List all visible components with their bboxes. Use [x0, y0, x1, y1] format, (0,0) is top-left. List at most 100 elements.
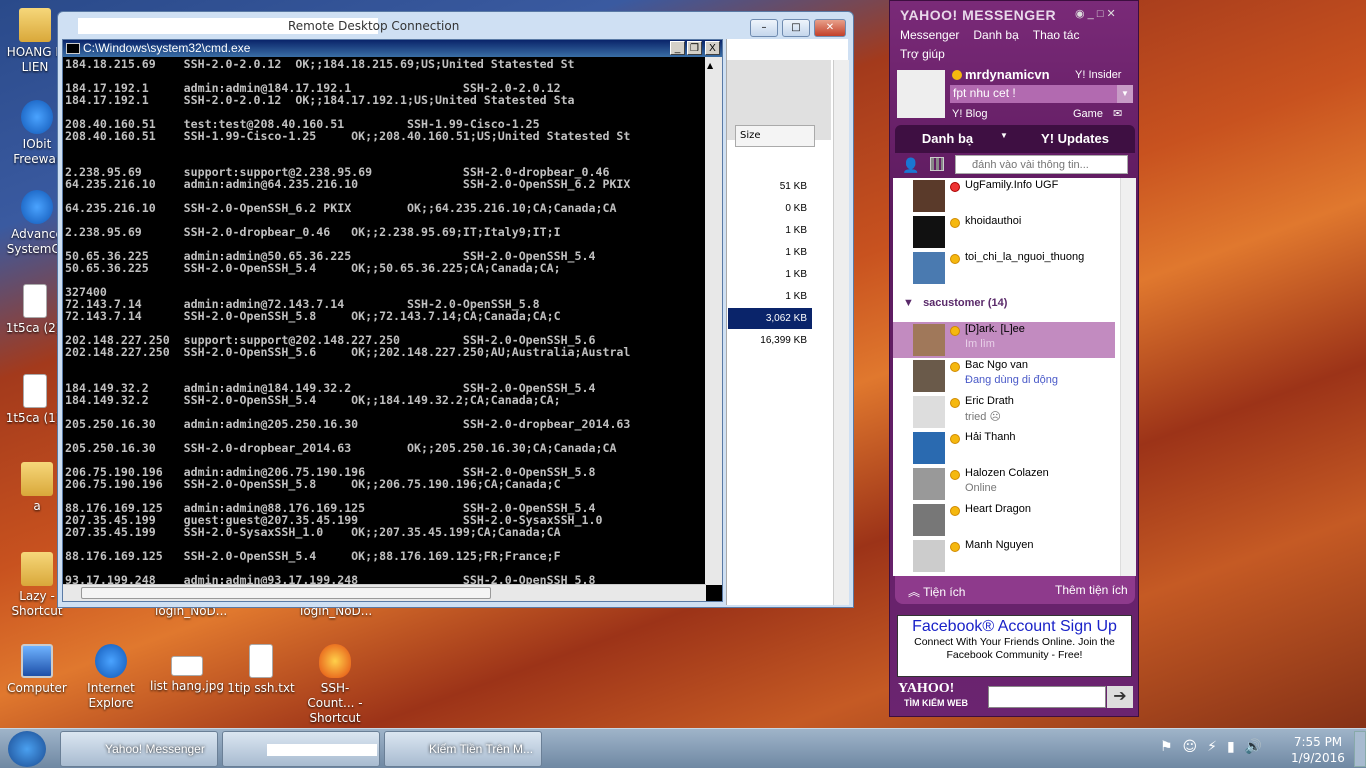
menu-messenger[interactable]: Messenger — [900, 28, 959, 42]
iobit-icon — [21, 100, 53, 134]
insider-link[interactable]: Y! Insider — [1075, 69, 1121, 81]
ym-window-controls[interactable]: ◉ _ □ ✕ — [1075, 7, 1116, 20]
time: 7:55 PM — [1293, 735, 1343, 749]
web-search-input[interactable] — [988, 686, 1106, 708]
contact-item-selected[interactable]: [D]ark. [L]ee Im lìm — [893, 322, 1115, 358]
console-line: 207.35.45.199 SSH-2.0-SysaxSSH_1.0 OK;;2… — [65, 525, 561, 539]
contact-item[interactable]: Manh Nguyen — [893, 538, 1115, 574]
online-status-icon[interactable] — [952, 70, 962, 80]
show-desktop-button[interactable] — [1354, 731, 1366, 767]
avatar — [913, 540, 945, 572]
contact-name: UgFamily.Info UGF — [965, 179, 1059, 191]
file-size: 1 KB — [785, 269, 807, 280]
contact-list-scrollbar[interactable] — [1120, 178, 1136, 576]
tab-updates[interactable]: Y! Updates — [1015, 127, 1135, 151]
console-line: 50.65.36.225 SSH-2.0-OpenSSH_5.4 OK;;50.… — [65, 261, 561, 275]
search-arrow-button[interactable]: ➔ — [1107, 686, 1133, 708]
contact-item[interactable]: Bac Ngo van Đang dùng di động — [893, 358, 1115, 394]
contact-status: Đang dùng di động — [965, 374, 1058, 386]
yahoo-messenger-window[interactable]: YAHOO! MESSENGER ◉ _ □ ✕ Messenger Danh b… — [889, 0, 1139, 717]
console-line: 184.149.32.2 SSH-2.0-OpenSSH_5.4 OK;;184… — [65, 393, 561, 407]
clock[interactable]: 7:55 PM 1/9/2016 — [1288, 734, 1348, 766]
cmd-close-button[interactable]: X — [705, 41, 720, 55]
ym-menubar-2: Trợ giúp — [900, 47, 959, 61]
group-header[interactable]: ▼ sacustomer (14) — [903, 297, 1007, 309]
file-icon — [23, 284, 47, 318]
tray-icons[interactable]: ⚑☺⚡▮🔊 — [1160, 739, 1272, 755]
horizontal-scrollbar[interactable] — [63, 584, 706, 601]
menu-contacts[interactable]: Danh bạ — [973, 28, 1018, 42]
game-link[interactable]: Game — [1073, 108, 1103, 120]
close-button[interactable]: ✕ — [814, 19, 846, 37]
status-text: fpt nhu cet ! — [953, 86, 1016, 100]
contact-item[interactable]: khoidauthoi — [893, 214, 1115, 250]
console-output[interactable]: 184.18.215.69 SSH-2.0-2.0.12 OK;;184.18.… — [65, 58, 705, 585]
taskbar-yahoo-messenger[interactable]: Yahoo! Messenger — [60, 731, 218, 767]
mail-icon[interactable]: ✉ — [1113, 107, 1122, 120]
contact-item[interactable]: Eric Drath tried ☹ — [893, 394, 1115, 430]
console-line: 72.143.7.14 SSH-2.0-OpenSSH_5.8 OK;;72.1… — [65, 309, 561, 323]
scroll-thumb[interactable] — [81, 587, 491, 599]
explorer-scrollbar[interactable] — [833, 60, 849, 605]
user-avatar[interactable] — [897, 70, 945, 118]
taskbar-remote-desktop[interactable] — [222, 731, 380, 767]
chevron-down-icon[interactable]: ▼ — [1117, 85, 1133, 103]
folder-icon — [21, 462, 53, 496]
file-size: 51 KB — [779, 181, 807, 192]
menu-help[interactable]: Trợ giúp — [900, 47, 945, 61]
contact-list[interactable]: UgFamily.Info UGF khoidauthoi toi_chi_la… — [893, 178, 1136, 576]
maximize-button[interactable]: □ — [782, 19, 810, 37]
blog-link[interactable]: Y! Blog — [952, 108, 987, 120]
chevron-down-icon[interactable]: ▼ — [1000, 131, 1008, 140]
menu-actions[interactable]: Thao tác — [1033, 28, 1080, 42]
console-line: 206.75.190.196 SSH-2.0-OpenSSH_5.8 OK;;2… — [65, 477, 561, 491]
file-size: 1 KB — [785, 291, 807, 302]
desktop-icon-computer[interactable]: Computer — [2, 644, 72, 696]
contact-item[interactable]: Halozen Colazen Online — [893, 466, 1115, 502]
text-file-icon — [249, 644, 273, 678]
desktop-icon-ssh-counter[interactable]: SSH-Count... - Shortcut — [300, 644, 370, 726]
contact-item[interactable]: toi_chi_la_nguoi_thuong — [893, 250, 1115, 286]
avatar — [913, 396, 945, 428]
scroll-up-icon[interactable]: ▲ — [707, 61, 713, 70]
contact-item[interactable]: Hải Thanh — [893, 430, 1115, 466]
vertical-scrollbar[interactable]: ▲ — [705, 57, 722, 585]
console-line: 205.250.16.30 SSH-2.0-dropbear_2014.63 O… — [65, 441, 617, 455]
console-line: 64.235.216.10 SSH-2.0-OpenSSH_6.2 PKIX O… — [65, 201, 617, 215]
rdp-title: Remote Desktop Connection — [288, 19, 460, 33]
size-column-header[interactable]: Size — [735, 125, 815, 147]
desktop-icon-ie[interactable]: Internet Explore — [76, 644, 146, 711]
cmd-window[interactable]: C:\Windows\system32\cmd.exe _ ❐ X 184.18… — [62, 39, 723, 602]
facebook-ad[interactable]: Facebook® Account Sign Up Connect With Y… — [897, 615, 1132, 677]
online-status-icon — [950, 470, 960, 480]
username[interactable]: mrdynamicvn — [965, 67, 1050, 82]
taskbar-browser[interactable]: Kiếm Tiền Trên M... — [384, 731, 542, 767]
file-size: 1 KB — [785, 225, 807, 236]
cmd-minimize-button[interactable]: _ — [670, 41, 685, 55]
contact-item[interactable]: Heart Dragon — [893, 502, 1115, 538]
contact-status: Online — [965, 482, 997, 494]
contact-name: khoidauthoi — [965, 215, 1022, 227]
ad-title[interactable]: Facebook® Account Sign Up — [898, 618, 1131, 636]
cmd-restore-button[interactable]: ❐ — [687, 41, 702, 55]
idle-status-icon — [950, 326, 960, 336]
desktop-icon-txt[interactable]: 1tip ssh.txt — [226, 644, 296, 696]
desktop-icon-jpg[interactable]: list hang.jpg — [150, 644, 224, 694]
tab-contacts[interactable]: Danh bạ — [895, 127, 1000, 151]
start-button[interactable] — [8, 731, 46, 767]
contact-item[interactable]: UgFamily.Info UGF — [893, 178, 1115, 214]
cmd-titlebar[interactable]: C:\Windows\system32\cmd.exe _ ❐ X — [63, 40, 722, 57]
tools-button[interactable]: ︽ Tiện ích — [908, 583, 965, 600]
minimize-button[interactable]: – — [750, 19, 778, 37]
contact-search-input[interactable] — [955, 155, 1128, 174]
grid-view-icon[interactable] — [930, 157, 944, 171]
file-icon — [23, 374, 47, 408]
rdp-titlebar[interactable]: Remote Desktop Connection – □ ✕ — [58, 12, 853, 40]
add-tools-button[interactable]: Thêm tiện ích — [1055, 583, 1128, 597]
status-message-input[interactable]: fpt nhu cet ! ▼ — [950, 85, 1133, 103]
add-contact-icon[interactable]: 👤 — [902, 157, 919, 174]
online-status-icon — [950, 362, 960, 372]
